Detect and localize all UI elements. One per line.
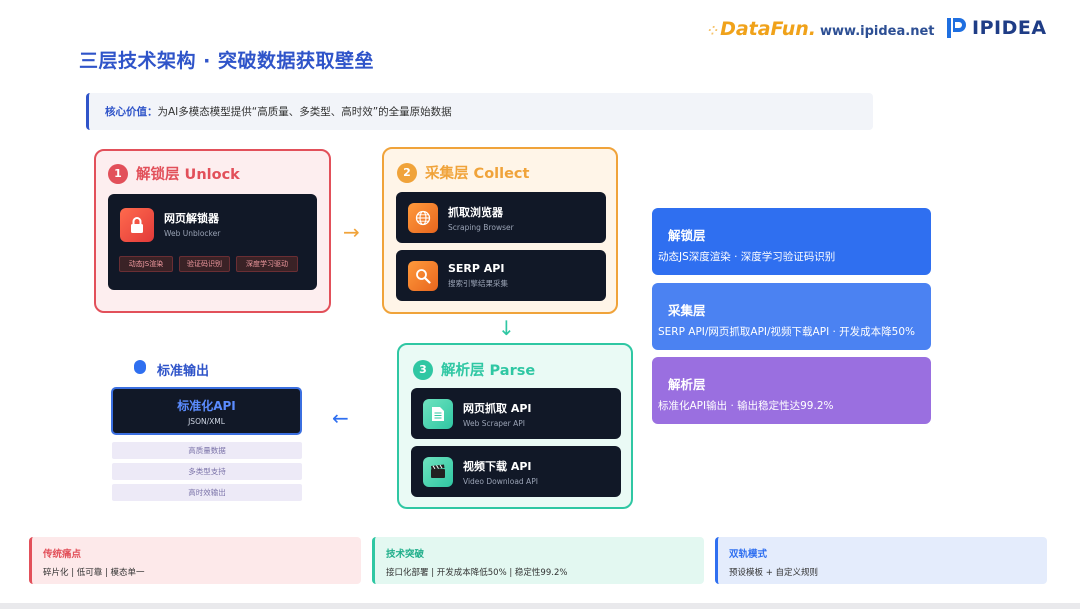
panel-desc: 动态JS深度渲染 · 深度学习验证码识别 [658, 251, 836, 263]
layer-number-badge: 3 [413, 359, 433, 380]
dual-track-title: 双轨模式 [729, 549, 768, 560]
collect-layer-box: 2 采集层 Collect 抓取浏览器 Scraping Browser SER… [382, 147, 618, 314]
panel-desc: SERP API/网页抓取API/视频下载API · 开发成本降50% [658, 326, 916, 338]
layer-number-badge: 1 [108, 163, 128, 184]
datafun-logo: ⁘ DataFun. [708, 18, 816, 40]
arrow-right-icon: → [343, 220, 360, 244]
output-feature: 多类型支持 [112, 463, 302, 480]
dual-track-card: 双轨模式 预设模板 + 自定义规则 [715, 537, 1047, 584]
unlock-layer-box: 1 解锁层 Unlock 网页解锁器 Web Unblocker [94, 149, 331, 313]
collect-layer-title: 采集层 Collect [425, 166, 530, 182]
serp-api-subtitle: 搜索引擎结果采集 [448, 279, 508, 288]
web-scraper-api-subtitle: Web Scraper API [463, 418, 526, 428]
scraping-browser-subtitle: Scraping Browser [448, 222, 514, 232]
panel-title: 解锁层 [668, 228, 706, 243]
core-value-label: 核心价值： [105, 106, 158, 118]
web-unblocker-title: 网页解锁器 [164, 212, 219, 225]
web-scraper-api-card[interactable]: 网页抓取 API Web Scraper API [411, 388, 621, 439]
video-download-api-title: 视频下载 API [463, 459, 532, 473]
pain-points-title: 传统痛点 [43, 549, 82, 560]
standard-api-format: JSON/XML [188, 416, 225, 426]
output-dot-icon [134, 360, 146, 374]
parse-layer-box: 3 解析层 Parse 网页抓取 API Web Scraper API 视频下… [397, 343, 633, 509]
serp-api-title: SERP API [448, 262, 505, 275]
output-feature: 高质量数据 [112, 442, 302, 459]
pain-points-card: 传统痛点 碎片化 | 低可靠 | 模态单一 [29, 537, 361, 584]
tech-breakthrough-card: 技术突破 接口化部署 | 开发成本降低50% | 稳定性99.2% [372, 537, 704, 584]
parse-summary-panel: 解析层 标准化API输出 · 输出稳定性达99.2% [652, 357, 931, 424]
arrow-down-icon: ↓ [498, 316, 515, 340]
page-title: 三层技术架构 · 突破数据获取壁垒 [79, 50, 374, 72]
feature-tag: 验证码识别 [179, 256, 230, 272]
layer-number-badge: 2 [397, 162, 417, 183]
dual-track-desc: 预设模板 + 自定义规则 [729, 568, 819, 578]
tech-breakthrough-desc: 接口化部署 | 开发成本降低50% | 稳定性99.2% [386, 568, 568, 578]
web-scraper-api-title: 网页抓取 API [463, 401, 532, 415]
ipidea-logo-icon [947, 18, 966, 38]
scraping-browser-card[interactable]: 抓取浏览器 Scraping Browser [396, 192, 606, 243]
tech-breakthrough-title: 技术突破 [386, 549, 425, 560]
search-icon [408, 260, 438, 291]
standard-api-title: 标准化API [177, 398, 236, 413]
unlock-layer-title: 解锁层 Unlock [136, 167, 240, 183]
panel-desc: 标准化API输出 · 输出稳定性达99.2% [658, 400, 834, 412]
standard-api-card[interactable]: 标准化API JSON/XML [111, 387, 302, 435]
collect-summary-panel: 采集层 SERP API/网页抓取API/视频下载API · 开发成本降50% [652, 283, 931, 350]
scraping-browser-title: 抓取浏览器 [448, 205, 503, 219]
clapperboard-icon [423, 456, 453, 487]
panel-title: 采集层 [668, 303, 706, 318]
bottom-divider [0, 603, 1080, 609]
website-url: www.ipidea.net [820, 24, 935, 39]
video-download-api-card[interactable]: 视频下载 API Video Download API [411, 446, 621, 497]
video-download-api-subtitle: Video Download API [463, 476, 538, 486]
arrow-left-icon: ← [332, 406, 349, 430]
lock-icon [120, 208, 154, 242]
document-icon [423, 398, 453, 429]
output-feature: 高时效输出 [112, 484, 302, 501]
feature-tag: 动态JS渲染 [119, 256, 173, 272]
serp-api-card[interactable]: SERP API 搜索引擎结果采集 [396, 250, 606, 301]
ipidea-logo: IPIDEA [946, 17, 1047, 39]
web-unblocker-subtitle: Web Unblocker [164, 229, 221, 238]
unlock-summary-panel: 解锁层 动态JS深度渲染 · 深度学习验证码识别 [652, 208, 931, 275]
web-unblocker-card[interactable]: 网页解锁器 Web Unblocker [108, 194, 317, 290]
feature-tag: 深度学习驱动 [236, 256, 298, 272]
parse-layer-title: 解析层 Parse [441, 363, 536, 379]
standard-output-title: 标准输出 [157, 364, 210, 379]
core-value-banner: 核心价值： 为AI多模态模型提供“高质量、多类型、高时效”的全量原始数据 [86, 93, 873, 130]
globe-icon [408, 202, 438, 233]
pain-points-desc: 碎片化 | 低可靠 | 模态单一 [43, 568, 145, 578]
core-value-text: 为AI多模态模型提供“高质量、多类型、高时效”的全量原始数据 [157, 106, 452, 118]
panel-title: 解析层 [668, 377, 706, 392]
